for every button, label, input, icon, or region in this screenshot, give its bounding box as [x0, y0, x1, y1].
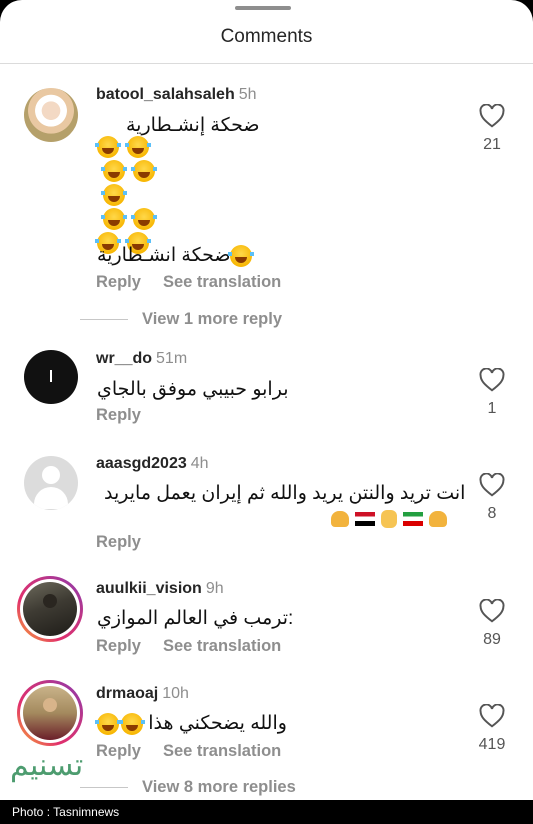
- username-link[interactable]: drmaoaj: [96, 685, 158, 702]
- like-count: 419: [478, 736, 506, 753]
- avatar-head: [42, 466, 60, 484]
- reply-button[interactable]: Reply: [96, 742, 141, 760]
- story-ring[interactable]: [17, 576, 83, 642]
- laugh-emoji-icon: [131, 208, 157, 230]
- laugh-emoji-icon: [101, 184, 127, 206]
- like-control[interactable]: 89: [474, 599, 510, 649]
- emoji-row: [331, 508, 447, 530]
- see-translation-button[interactable]: See translation: [163, 637, 281, 655]
- laugh-emoji-icon: [101, 160, 127, 182]
- comment-actions: Reply: [96, 533, 141, 552]
- avatar-figure: [43, 698, 57, 712]
- egypt-flag-icon: [355, 511, 375, 526]
- like-control[interactable]: 8: [474, 473, 510, 523]
- view-more-replies[interactable]: View 1 more reply: [80, 310, 282, 329]
- comment-username[interactable]: auulkii_vision 9h: [96, 580, 224, 598]
- comment-text-line: ضحكة انشـطارية: [97, 244, 255, 267]
- heart-outline-icon[interactable]: [479, 104, 505, 128]
- comment-time: 9h: [205, 580, 224, 597]
- like-count: 21: [483, 136, 501, 153]
- laugh-emoji-icon: [119, 712, 145, 735]
- reply-button[interactable]: Reply: [96, 273, 141, 291]
- avatar[interactable]: [23, 582, 77, 636]
- see-translation-button[interactable]: See translation: [163, 742, 281, 760]
- like-count: 1: [487, 400, 497, 417]
- laugh-emoji-icon: [95, 136, 121, 158]
- like-count: 89: [483, 631, 501, 648]
- username-link[interactable]: batool_salahsaleh: [96, 86, 235, 103]
- comment-username[interactable]: wr__do 51m: [96, 350, 187, 368]
- photo-credit: Photo : Tasnimnews: [0, 800, 533, 824]
- comment-actions: Reply See translation: [96, 637, 281, 656]
- username-link[interactable]: auulkii_vision: [96, 580, 202, 597]
- story-ring[interactable]: [17, 680, 83, 746]
- heart-outline-icon[interactable]: [479, 704, 505, 728]
- comment-text-body: والله يضحكني هذا: [148, 713, 287, 734]
- see-translation-button[interactable]: See translation: [163, 273, 281, 291]
- iran-flag-icon: [403, 511, 423, 526]
- laugh-emoji-icon: [125, 136, 151, 158]
- comment-text: انت تريد والنتن يريد والله ثم إيران يعمل…: [104, 483, 466, 504]
- comment-time: 4h: [190, 455, 209, 472]
- comment-text: والله يضحكني هذا: [95, 712, 287, 735]
- comment-text-line: ضحكة إنشـطارية: [126, 115, 260, 136]
- drag-handle[interactable]: [235, 6, 291, 10]
- laugh-emoji-icon: [228, 244, 255, 267]
- reply-button[interactable]: Reply: [96, 406, 141, 424]
- comment-actions: Reply: [96, 406, 141, 425]
- username-link[interactable]: aaasgd2023: [96, 455, 187, 472]
- victory-hand-icon: [381, 509, 397, 528]
- laugh-emoji-group: [95, 136, 157, 256]
- heart-outline-icon[interactable]: [479, 368, 505, 392]
- comment-time: 10h: [162, 685, 189, 702]
- comment-username[interactable]: batool_salahsaleh 5h: [96, 86, 257, 104]
- flexed-biceps-icon: [331, 510, 349, 527]
- username-link[interactable]: wr__do: [96, 350, 152, 367]
- laugh-emoji-icon: [101, 208, 127, 230]
- avatar[interactable]: [24, 350, 78, 404]
- sheet-title: Comments: [220, 26, 313, 47]
- replies-line: [80, 319, 128, 321]
- comments-sheet: Comments batool_salahsaleh 5h ضحكة إنشـطا…: [0, 0, 533, 800]
- avatar-figure: [43, 594, 57, 608]
- comment-time: 51m: [156, 350, 188, 367]
- view-more-replies[interactable]: View 8 more replies: [80, 778, 296, 797]
- comment-time: 5h: [238, 86, 257, 103]
- avatar-mark: [50, 370, 52, 382]
- laugh-emoji-icon: [131, 160, 157, 182]
- comment-text: ترمب في العالم الموازي:: [97, 608, 294, 629]
- comment-text-second: ضحكة انشـطارية: [97, 245, 231, 266]
- heart-outline-icon[interactable]: [479, 473, 505, 497]
- avatar[interactable]: [24, 456, 78, 510]
- comment-text: برابو حبيبي موفق بالجاي: [97, 379, 289, 400]
- comment-username[interactable]: drmaoaj 10h: [96, 685, 189, 703]
- comment-actions: Reply See translation: [96, 742, 281, 761]
- view-more-label[interactable]: View 8 more replies: [142, 778, 296, 796]
- comment-username[interactable]: aaasgd2023 4h: [96, 455, 209, 473]
- laugh-emoji-icon: [95, 712, 121, 735]
- like-count: 8: [487, 505, 497, 522]
- comment-actions: Reply See translation: [96, 273, 281, 292]
- flexed-biceps-icon: [429, 510, 447, 527]
- avatar-body: [34, 487, 68, 509]
- reply-button[interactable]: Reply: [96, 637, 141, 655]
- reply-button[interactable]: Reply: [96, 533, 141, 551]
- avatar[interactable]: [24, 88, 78, 142]
- header-divider: [0, 63, 533, 64]
- heart-outline-icon[interactable]: [479, 599, 505, 623]
- avatar[interactable]: [23, 686, 77, 740]
- like-control[interactable]: 419: [474, 704, 510, 754]
- tasnim-watermark-logo: تسنيم: [10, 748, 84, 783]
- view-more-label[interactable]: View 1 more reply: [142, 310, 282, 328]
- like-control[interactable]: 21: [474, 104, 510, 154]
- replies-line: [80, 787, 128, 789]
- like-control[interactable]: 1: [474, 368, 510, 418]
